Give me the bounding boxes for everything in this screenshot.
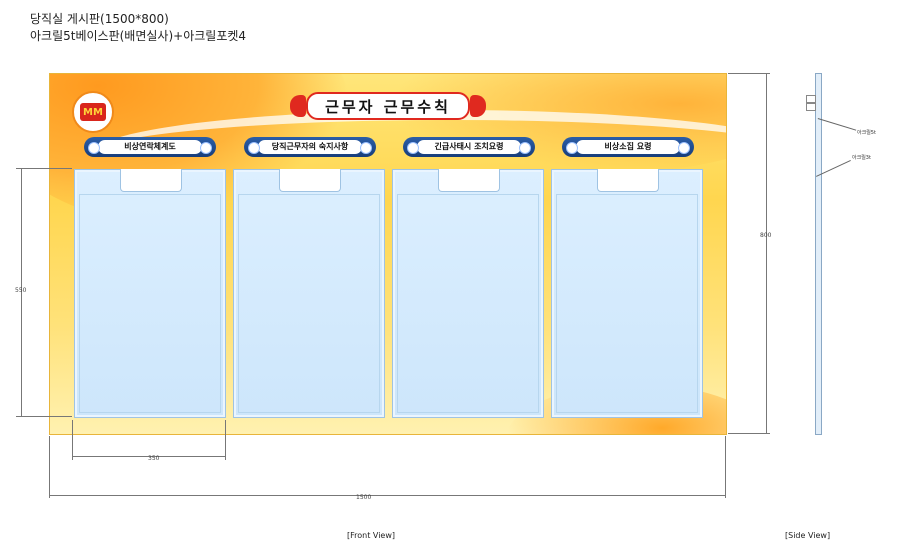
dimension-line-total-width [49,495,726,496]
section-header-2: 당직근무자의 숙지사항 [244,137,376,157]
section-label: 비상연락체계도 [98,140,202,154]
leader-line [817,118,857,131]
pill-left-dot [566,142,578,154]
pill-left-dot [407,142,419,154]
acrylic-pocket-1 [74,169,226,418]
bulletin-board-front: MM 근무자 근무수칙 비상연락체계도 당직근무자의 숙지사항 긴급사태시 조치… [49,73,727,435]
dimension-extension [16,168,72,169]
pocket-inner-frame [238,194,380,413]
pill-left-dot [88,142,100,154]
dimension-extension [49,436,50,498]
caption-front-view: [Front View] [347,531,396,540]
side-view-pocket-edge [806,95,816,103]
drawing-subtitle: 아크릴5t베이스판(배면실사)+아크릴포켓4 [30,29,247,43]
dimension-pocket-height: 550 [15,287,27,294]
section-header-3: 긴급사태시 조치요령 [403,137,535,157]
pocket-notch [279,169,341,192]
section-label: 비상소집 요령 [576,140,680,154]
pocket-inner-frame [79,194,221,413]
pill-right-dot [678,142,690,154]
section-label: 당직근무자의 숙지사항 [258,140,362,154]
dimension-total-width: 1500 [356,494,372,501]
pill-right-dot [200,142,212,154]
side-view-panel [815,73,822,435]
pocket-notch [597,169,659,192]
main-title: 근무자 근무수칙 [306,92,470,120]
acrylic-pocket-4 [551,169,703,418]
section-label: 긴급사태시 조치요령 [417,140,521,154]
dimension-extension [225,420,226,460]
acrylic-pocket-2 [233,169,385,418]
section-header-1: 비상연락체계도 [84,137,216,157]
dimension-line-total-height [766,73,767,434]
side-view-pocket-edge [806,103,816,111]
banner-right-ornament [470,95,486,117]
section-header-4: 비상소집 요령 [562,137,694,157]
dimension-extension [16,416,72,417]
logo-emblem: MM [80,103,106,121]
dimension-extension [725,436,726,498]
side-label-acrylic-3t: 아크릴3t [852,155,871,161]
pocket-notch [438,169,500,192]
drawing-title: 당직실 게시판(1500*800) [30,12,169,26]
dimension-extension [728,73,770,74]
pill-right-dot [519,142,531,154]
dimension-pocket-width: 350 [148,455,160,462]
caption-side-view: [Side View] [785,531,831,540]
main-title-banner: 근무자 근무수칙 [288,92,488,120]
pill-right-dot [360,142,372,154]
dimension-extension [728,433,770,434]
organization-logo: MM [72,91,114,133]
banner-left-ornament [290,95,306,117]
pill-left-dot [248,142,260,154]
pocket-inner-frame [397,194,539,413]
pocket-notch [120,169,182,192]
dimension-total-height: 800 [760,232,772,239]
side-label-acrylic-5t: 아크릴5t [857,130,876,136]
dimension-extension [72,420,73,460]
pocket-inner-frame [556,194,698,413]
acrylic-pocket-3 [392,169,544,418]
